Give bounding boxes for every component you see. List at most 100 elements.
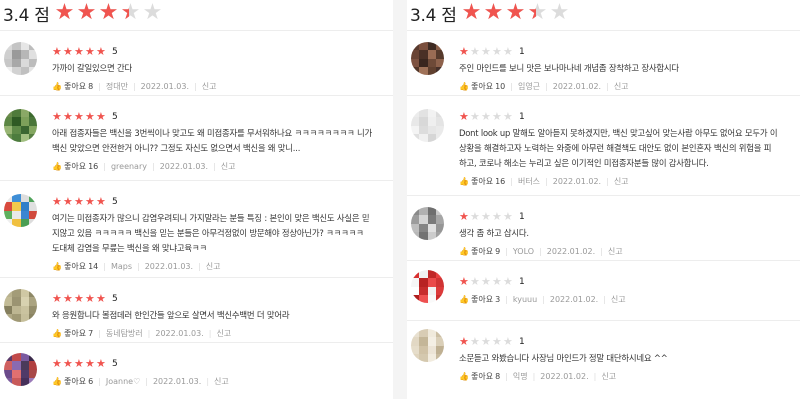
avatar-pixel (12, 125, 21, 134)
avatar-pixel (435, 58, 444, 67)
report-link[interactable]: 신고 (202, 81, 217, 92)
divider: | (98, 328, 101, 338)
like-button[interactable]: 👍 좋아요 8 (52, 81, 93, 92)
report-link[interactable]: 신고 (214, 376, 229, 387)
author-name[interactable]: Joanne♡ (106, 377, 140, 386)
star-icon: ★ (459, 209, 469, 223)
author-name[interactable]: 정대만 (106, 81, 128, 92)
report-link[interactable]: 신고 (221, 161, 236, 172)
avatar-pixel (12, 305, 21, 314)
report-link[interactable]: 신고 (601, 371, 616, 382)
author-name[interactable]: YOLO (513, 247, 534, 256)
avatar-pixel (28, 133, 37, 142)
like-button[interactable]: 👍 좋아요 8 (459, 371, 500, 382)
like-button[interactable]: 👍 좋아요 10 (459, 81, 505, 92)
star-fill: ★ (76, 2, 97, 24)
avatar-pixel (20, 133, 29, 142)
avatar-pixel (427, 117, 436, 126)
avatar-pixel (4, 50, 13, 59)
author-name[interactable]: greenary (111, 162, 147, 171)
author-name[interactable]: kyuuu (513, 295, 537, 304)
avatar[interactable] (4, 109, 37, 142)
star-fill: ★ (98, 2, 119, 24)
avatar-pixel (427, 66, 436, 75)
report-link[interactable]: 신고 (608, 246, 623, 257)
like-label: 좋아요 (63, 261, 87, 271)
report-link[interactable]: 신고 (611, 294, 626, 305)
like-button[interactable]: 👍 좋아요 6 (52, 376, 93, 387)
review-rating: ★ ★ ★ ★ ★ 5 (52, 195, 118, 208)
avatar-pixel (12, 361, 21, 370)
avatar[interactable] (4, 353, 37, 386)
star-icon: ★★ (506, 2, 528, 24)
report-link[interactable]: 신고 (614, 81, 629, 92)
avatar-pixel (28, 42, 37, 51)
divider: | (98, 81, 101, 91)
author-name[interactable]: 동네탐방러 (106, 328, 143, 339)
avatar-pixel (419, 42, 428, 51)
review-text: 와 응원합니다 볼점데러 한인간들 앞으로 살면서 백신수백번 더 맞어라 (52, 308, 392, 323)
star-icon: ★ (503, 334, 513, 348)
review-rating: ★ ★ ★ ★ ★ 1 (459, 275, 525, 288)
divider: | (103, 161, 106, 171)
like-button[interactable]: 👍 좋아요 3 (459, 294, 500, 305)
author-name[interactable]: 임영근 (518, 81, 540, 92)
avatar-pixel (419, 278, 428, 287)
review-text: 여기는 미접종자가 많으니 감염우려되니 가지말라는 분들 특징 : 본인이 맞… (52, 211, 392, 256)
star-icon: ★ (481, 209, 491, 223)
avatar[interactable] (4, 42, 37, 75)
like-button[interactable]: 👍 좋아요 9 (459, 246, 500, 257)
avatar-image (4, 42, 37, 75)
star-icon: ★ (481, 334, 491, 348)
review-rating: ★ ★ ★ ★ ★ 5 (52, 292, 118, 305)
author-name[interactable]: 버터스 (518, 176, 540, 187)
divider: | (545, 81, 548, 91)
star-icon: ★ (74, 44, 84, 58)
star-icon: ★ (74, 109, 84, 123)
avatar-pixel (28, 218, 37, 227)
star-icon: ★ (503, 274, 513, 288)
avatar-pixel (28, 66, 37, 75)
avatar-pixel (20, 313, 29, 322)
divider: | (103, 261, 106, 271)
avatar[interactable] (4, 194, 37, 227)
report-link[interactable]: 신고 (216, 328, 231, 339)
avatar-image (411, 42, 444, 75)
star-icon: ★ (52, 356, 62, 370)
avatar-pixel (427, 109, 436, 118)
like-label: 좋아요 (470, 246, 494, 256)
report-link[interactable]: 신고 (206, 261, 221, 272)
divider: | (606, 81, 609, 91)
avatar-pixel (427, 58, 436, 67)
like-button[interactable]: 👍 좋아요 16 (52, 161, 98, 172)
avatar-pixel (427, 278, 436, 287)
avatar[interactable] (411, 109, 444, 142)
like-button[interactable]: 👍 좋아요 14 (52, 261, 98, 272)
avatar[interactable] (411, 329, 444, 362)
divider: | (206, 376, 210, 386)
avatar-pixel (435, 337, 444, 346)
avatar-pixel (427, 133, 436, 142)
average-score: 3.4 점 (410, 5, 457, 26)
avatar-pixel (20, 305, 29, 314)
author-name[interactable]: 익명 (513, 371, 528, 382)
avatar-pixel (427, 353, 436, 362)
avatar[interactable] (411, 270, 444, 303)
star-icon: ★ (96, 109, 106, 123)
avatar[interactable] (4, 289, 37, 322)
avatar-pixel (427, 223, 436, 232)
star-icon: ★ (492, 334, 502, 348)
report-link[interactable]: 신고 (614, 176, 629, 187)
avatar-pixel (427, 270, 436, 279)
author-name[interactable]: Maps (111, 262, 132, 271)
star-icon: ★ (503, 44, 513, 58)
avatar-pixel (28, 202, 37, 211)
avatar-pixel (20, 66, 29, 75)
like-count: 7 (88, 328, 94, 338)
star-icon: ★ (470, 274, 480, 288)
like-button[interactable]: 👍 좋아요 7 (52, 328, 93, 339)
avatar[interactable] (411, 42, 444, 75)
avatar[interactable] (411, 207, 444, 240)
review-meta: 👍 좋아요 14 | Maps | 2022.01.03. | 신고 (52, 260, 221, 272)
like-button[interactable]: 👍 좋아요 16 (459, 176, 505, 187)
